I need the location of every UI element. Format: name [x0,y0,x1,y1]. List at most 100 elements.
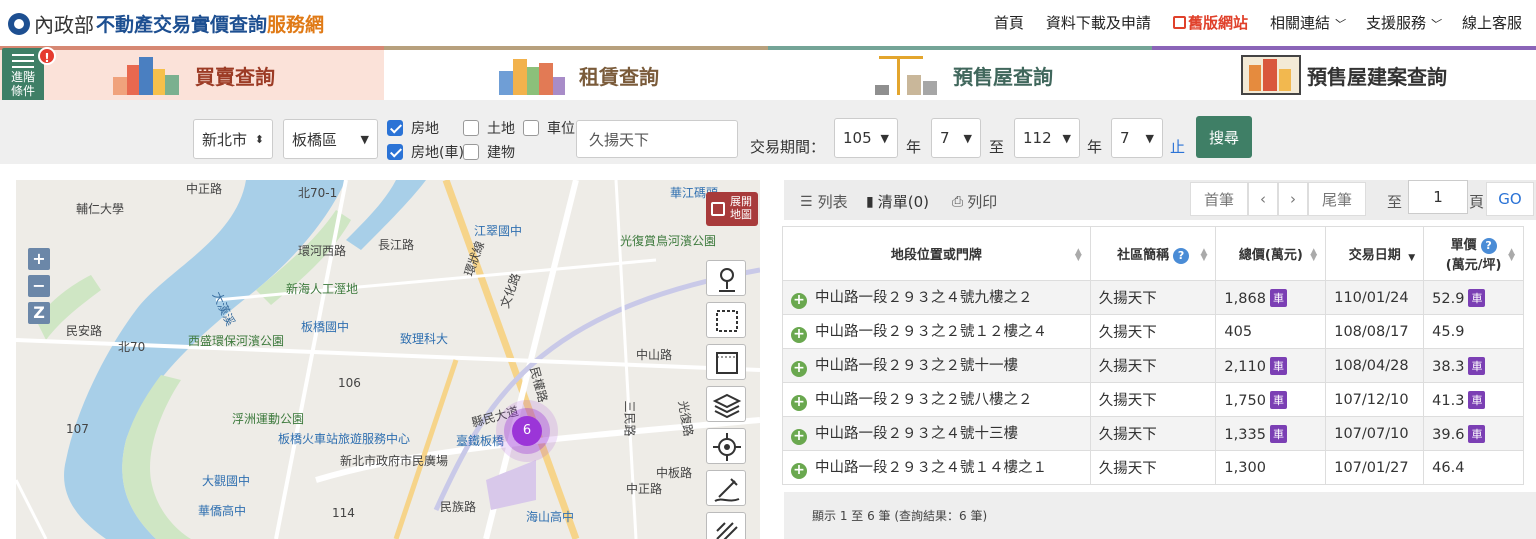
map-cluster-marker[interactable]: 6 [512,416,542,446]
cell-address[interactable]: + 中山路一段２９３之４號九樓之２ [782,280,1091,315]
tab-presale-case[interactable]: 預售屋建案查詢 [1152,46,1536,100]
type-parking-checkbox[interactable]: 車位 [523,118,575,138]
sort-icon: ▲ ▼ [1074,247,1082,263]
table-row[interactable]: + 中山路一段２９３之２號八樓之２ 久揚天下 1,750 車 107/12/10 4… [782,382,1524,417]
address-text: 中山路一段２９３之４號１４樓之１ [815,460,1047,476]
hatch-tool[interactable] [706,512,746,539]
map-pin-tool[interactable] [706,260,746,296]
table-row[interactable]: + 中山路一段２９３之２號十一樓 久揚天下 2,110 車 108/04/28 38… [782,348,1524,383]
page-number-input[interactable]: 1 [1408,180,1468,214]
tab-presale[interactable]: 預售屋查詢 [768,46,1152,100]
table-row[interactable]: + 中山路一段２９３之２號１２樓之４ 久揚天下 405 108/08/17 45.… [782,314,1524,349]
nav-links[interactable]: 相關連結 ﹀ [1270,12,1344,33]
type-house-car-checkbox[interactable]: 房地(車) [387,142,464,162]
chevron-down-icon: ▼ [880,131,889,145]
expand-plus-icon[interactable]: + [791,395,807,411]
column-date-label: 交易日期 [1348,248,1401,263]
district-select[interactable]: 板橋區 ▼ [283,119,378,159]
column-address[interactable]: 地段位置或門牌 ▲ ▼ [782,226,1091,281]
table-row[interactable]: + 中山路一段２９３之４號十三樓 久揚天下 1,335 車 107/07/10 39… [782,416,1524,451]
logo-accent-title: 服務網 [267,14,325,36]
city-select[interactable]: 新北市 ⬍ [193,119,273,159]
expand-plus-icon[interactable]: + [791,327,807,343]
help-icon[interactable]: ? [1480,238,1497,254]
column-community[interactable]: 社區簡稱? ▲ ▼ [1089,226,1217,281]
expand-plus-icon[interactable]: + [791,429,807,445]
unit-text: 46.4 [1432,459,1465,476]
table-header-row: 地段位置或門牌 ▲ ▼ 社區簡稱? ▲ ▼ 總價(萬元) ▲ ▼ 交易日期 ▼ 單價? (萬元/… [782,226,1524,281]
type-land-checkbox[interactable]: 土地 [463,118,515,138]
keyword-input[interactable] [576,120,738,158]
nav-support[interactable]: 支援服務 ﹀ [1366,12,1440,33]
type-house-checkbox[interactable]: 房地 [387,118,439,138]
grid-tool[interactable] [706,344,746,380]
nav-old-site[interactable]: 舊版網站 [1172,12,1248,33]
map-view[interactable]: 輔仁大學 中正路 北70-1 華江碼頭 環河西路 長江路 江翠國中 光復賞鳥河濱… [16,180,760,539]
map-label: 107 [66,422,89,436]
list-view-button[interactable]: ☰ 列表 [800,191,848,212]
go-button[interactable]: GO [1486,182,1534,216]
column-unit-label-line1: 單價 [1450,238,1477,253]
expand-map-button[interactable]: 展開 地圖 [706,192,758,226]
bookmark-list-button[interactable]: ▮ 清單(0) [866,191,929,212]
alert-badge: ! [38,47,56,65]
unit-text: 38.3 [1432,358,1465,375]
type-building-checkbox[interactable]: 建物 [463,142,515,162]
cell-community: 久揚天下 [1089,416,1217,451]
from-year-select[interactable]: 105 ▼ [834,118,898,158]
cell-address[interactable]: + 中山路一段２９３之２號八樓之２ [782,382,1091,417]
zoom-in-button[interactable]: + [28,248,50,270]
cell-address[interactable]: + 中山路一段２９３之２號十一樓 [782,348,1091,383]
map-label: 板橋火車站旅遊服務中心 [278,432,411,446]
nav-online-service[interactable]: 線上客服 [1462,12,1522,33]
unit-text: 41.3 [1432,392,1465,409]
expand-plus-icon[interactable]: + [791,361,807,377]
layers-icon [712,393,742,419]
from-year-unit: 年 [906,138,922,156]
from-month-select[interactable]: 7 ▼ [931,118,981,158]
prev-page-button[interactable]: ‹ [1248,182,1278,216]
cell-address[interactable]: + 中山路一段２９３之４號十三樓 [782,416,1091,451]
locate-tool[interactable] [706,428,746,464]
tab-buy[interactable]: 買賣查詢 [0,46,384,100]
help-icon[interactable]: ? [1173,247,1190,264]
to-year-select[interactable]: 112 ▼ [1014,118,1080,158]
cell-community: 久揚天下 [1089,450,1217,485]
expand-plus-icon[interactable]: + [791,463,807,479]
next-page-button[interactable]: › [1278,182,1308,216]
column-unit-label-line2: (萬元/坪) [1445,258,1502,273]
tab-rent[interactable]: 租賃查詢 [384,46,768,100]
first-page-button[interactable]: 首筆 [1190,182,1248,216]
nav-home[interactable]: 首頁 [994,12,1024,33]
column-total[interactable]: 總價(萬元) ▲ ▼ [1215,226,1327,281]
to-year-unit: 年 [1087,138,1103,156]
results-summary: 顯示 1 至 6 筆 (查詢結果：6 筆) [784,492,1536,539]
last-page-button[interactable]: 尾筆 [1308,182,1366,216]
unit-text: 52.9 [1432,290,1465,307]
rectangle-select-tool[interactable] [706,302,746,338]
layers-tool[interactable] [706,386,746,422]
search-button[interactable]: 搜尋 [1196,116,1252,158]
map-label: 板橋國中 [301,320,350,334]
map-label: 民族路 [440,500,477,514]
parking-tag: 車 [1269,356,1287,375]
column-date[interactable]: 交易日期 ▼ [1325,226,1425,281]
zoom-reset-button[interactable]: Z [28,302,50,324]
print-button[interactable]: ⎙ 列印 [952,191,997,212]
table-row[interactable]: + 中山路一段２９３之４號１４樓之１ 久揚天下 1,300 107/01/27 4… [782,450,1524,485]
logo-ministry: 內政部 [34,13,94,37]
address-text: 中山路一段２９３之２號八樓之２ [815,392,1033,408]
draw-tool[interactable] [706,470,746,506]
cell-address[interactable]: + 中山路一段２９３之４號１４樓之１ [782,450,1091,485]
column-unit-price[interactable]: 單價? (萬元/坪) ▲ ▼ [1423,226,1524,281]
to-month-select[interactable]: 7 ▼ [1111,118,1163,158]
table-row[interactable]: + 中山路一段２９３之４號九樓之２ 久揚天下 1,868 車 110/01/24 5… [782,280,1524,315]
cell-unit: 46.4 [1423,450,1524,485]
cell-address[interactable]: + 中山路一段２９３之２號１２樓之４ [782,314,1091,349]
parking-tag: 車 [1468,390,1486,409]
zoom-out-button[interactable]: − [28,275,50,297]
nav-download[interactable]: 資料下載及申請 [1046,12,1151,33]
expand-plus-icon[interactable]: + [791,293,807,309]
site-logo[interactable]: 內政部 不動產交易實價查詢 服務網 [8,9,324,38]
cell-total: 1,868 車 [1215,280,1327,315]
